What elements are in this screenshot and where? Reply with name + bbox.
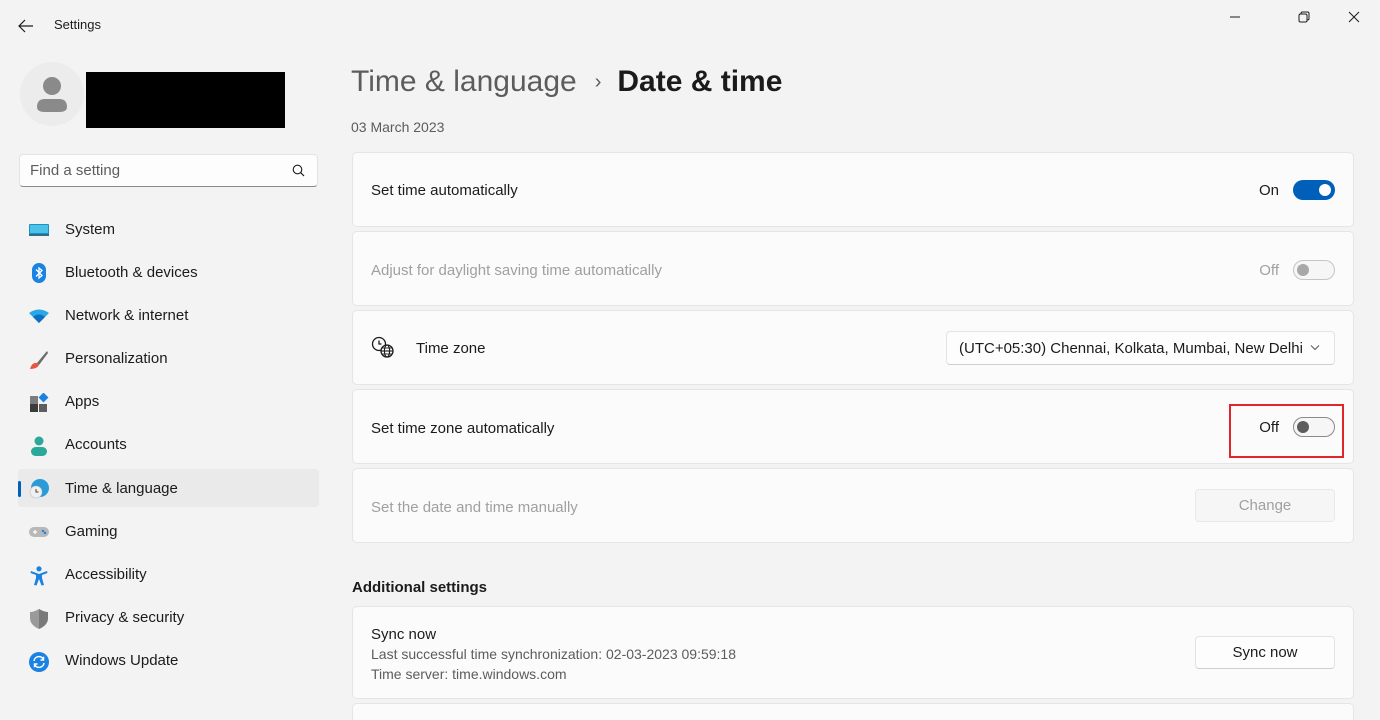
restore-button[interactable] xyxy=(1281,2,1327,32)
sidebar-item-time-language[interactable]: Time & language xyxy=(18,469,319,508)
sidebar-item-label: Accessibility xyxy=(65,566,147,583)
sidebar-item-privacy[interactable]: Privacy & security xyxy=(18,599,319,637)
daylight-saving-card: Adjust for daylight saving time automati… xyxy=(352,231,1354,306)
time-zone-label: Time zone xyxy=(416,340,486,357)
daylight-saving-toggle[interactable] xyxy=(1293,260,1335,280)
page-title: Date & time xyxy=(617,65,783,98)
username-redacted xyxy=(86,72,285,128)
sidebar-item-gaming[interactable]: Gaming xyxy=(18,512,319,550)
sidebar-item-label: Network & internet xyxy=(65,306,189,324)
toggle-knob xyxy=(1297,264,1309,276)
set-time-zone-automatically-label: Set time zone automatically xyxy=(371,420,555,437)
sidebar-item-network[interactable]: Network & internet xyxy=(18,296,319,334)
back-arrow-icon xyxy=(18,19,33,33)
accounts-icon xyxy=(31,436,47,456)
sidebar-item-label: System xyxy=(65,220,116,238)
back-button[interactable] xyxy=(12,12,40,40)
time-zone-value: (UTC+05:30) Chennai, Kolkata, Mumbai, Ne… xyxy=(959,339,1303,357)
change-button[interactable]: Change xyxy=(1195,489,1335,522)
time-zone-card: Time zone (UTC+05:30) Chennai, Kolkata, … xyxy=(352,310,1354,385)
paintbrush-icon xyxy=(30,350,48,369)
search-box[interactable] xyxy=(19,154,318,187)
sidebar-item-windows-update[interactable]: Windows Update xyxy=(18,642,319,680)
active-indicator xyxy=(18,481,21,498)
breadcrumb-parent[interactable]: Time & language xyxy=(351,65,577,99)
restore-icon xyxy=(1298,11,1310,23)
sidebar-nav: System Bluetooth & devices Network & int… xyxy=(18,210,319,685)
avatar[interactable] xyxy=(20,62,84,126)
toggle-knob xyxy=(1297,421,1309,433)
sidebar-item-accounts[interactable]: Accounts xyxy=(18,426,319,464)
sidebar-item-label: Windows Update xyxy=(65,652,179,670)
toggle-knob xyxy=(1319,184,1331,196)
minimize-button[interactable] xyxy=(1212,2,1258,32)
sidebar-item-label: Accounts xyxy=(65,436,127,454)
chevron-down-icon xyxy=(1310,345,1320,351)
set-time-zone-automatically-toggle[interactable] xyxy=(1293,417,1335,437)
shield-icon xyxy=(30,608,48,629)
toggle-state-text: On xyxy=(1258,181,1279,199)
sidebar-item-label: Time & language xyxy=(65,479,178,497)
toggle-state-text: Off xyxy=(1259,418,1279,436)
sidebar-item-apps[interactable]: Apps xyxy=(18,383,319,421)
search-input[interactable] xyxy=(30,155,280,186)
last-sync-text: Last successful time synchronization: 02… xyxy=(371,646,736,662)
bluetooth-icon xyxy=(32,263,46,284)
close-icon xyxy=(1348,11,1360,23)
current-date: 03 March 2023 xyxy=(351,119,445,135)
sidebar-item-personalization[interactable]: Personalization xyxy=(18,340,319,378)
breadcrumb: Time & language › Date & time xyxy=(351,60,782,104)
set-time-zone-automatically-card: Set time zone automatically Off xyxy=(352,389,1354,464)
update-icon xyxy=(29,651,49,672)
sidebar-item-bluetooth[interactable]: Bluetooth & devices xyxy=(18,253,319,291)
gamepad-icon xyxy=(29,527,49,538)
sidebar-item-label: Privacy & security xyxy=(65,609,185,627)
sync-now-card: Sync now Last successful time synchroniz… xyxy=(352,606,1354,699)
sync-now-button[interactable]: Sync now xyxy=(1195,636,1335,669)
sidebar-item-label: Gaming xyxy=(65,522,118,540)
set-time-automatically-label: Set time automatically xyxy=(371,182,518,199)
title-bar: Settings xyxy=(0,0,1380,50)
wifi-icon xyxy=(29,309,49,324)
time-zone-icon xyxy=(371,336,394,358)
sync-title: Sync now xyxy=(371,626,437,643)
time-language-icon xyxy=(29,479,49,499)
search-icon[interactable] xyxy=(292,164,305,177)
time-zone-dropdown[interactable]: (UTC+05:30) Chennai, Kolkata, Mumbai, Ne… xyxy=(946,331,1335,365)
set-date-time-manually-label: Set the date and time manually xyxy=(371,499,578,516)
close-button[interactable] xyxy=(1331,2,1377,32)
set-time-automatically-toggle[interactable] xyxy=(1293,180,1335,200)
system-icon xyxy=(29,224,49,236)
sidebar-item-label: Bluetooth & devices xyxy=(65,263,198,281)
accessibility-icon xyxy=(30,565,48,585)
sidebar-item-label: Apps xyxy=(65,393,100,411)
time-server-text: Time server: time.windows.com xyxy=(371,666,567,682)
next-card xyxy=(352,703,1354,720)
app-title: Settings xyxy=(54,17,101,32)
toggle-state-text: Off xyxy=(1259,261,1279,279)
minimize-icon xyxy=(1230,16,1240,18)
sidebar-item-system[interactable]: System xyxy=(18,210,319,248)
apps-icon xyxy=(30,392,49,412)
breadcrumb-separator: › xyxy=(594,70,602,93)
set-time-automatically-card: Set time automatically On xyxy=(352,152,1354,227)
set-date-time-manually-card: Set the date and time manually Change xyxy=(352,468,1354,543)
sidebar-item-accessibility[interactable]: Accessibility xyxy=(18,556,319,594)
section-title: Additional settings xyxy=(352,579,487,596)
user-icon xyxy=(37,77,67,112)
sidebar-item-label: Personalization xyxy=(65,350,168,368)
daylight-saving-label: Adjust for daylight saving time automati… xyxy=(371,262,662,279)
